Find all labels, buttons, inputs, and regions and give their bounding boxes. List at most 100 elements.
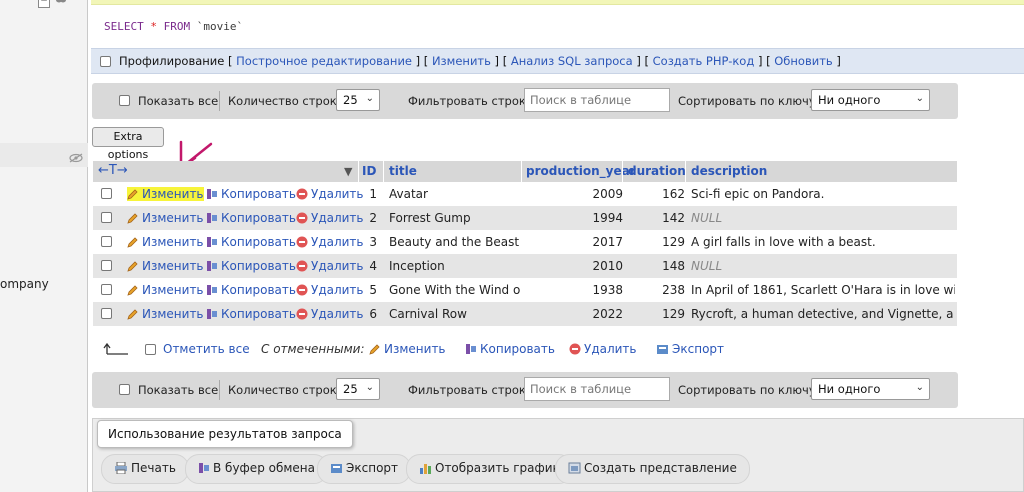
edit-label: Изменить bbox=[142, 259, 204, 273]
table-row[interactable]: Изменить Копировать Удалить 6 Carnival R… bbox=[93, 302, 957, 326]
copy-button[interactable]: Копировать bbox=[206, 235, 296, 249]
row-checkbox[interactable] bbox=[101, 212, 112, 223]
pencil-icon bbox=[127, 189, 138, 200]
check-all-link[interactable]: Отметить все bbox=[163, 342, 250, 356]
table-row[interactable]: Изменить Копировать Удалить 5 Gone With … bbox=[93, 278, 957, 302]
copy-button[interactable]: Копировать bbox=[206, 187, 296, 201]
copy-button[interactable]: Копировать bbox=[206, 211, 296, 225]
row-checkbox[interactable] bbox=[101, 236, 112, 247]
row-checkbox[interactable] bbox=[101, 308, 112, 319]
column-description[interactable]: description bbox=[691, 164, 767, 178]
display-chart-button[interactable]: Отобразить график bbox=[406, 454, 573, 484]
table-row[interactable]: Изменить Копировать Удалить 4 Inception … bbox=[93, 254, 957, 278]
delete-button[interactable]: Удалить bbox=[296, 259, 364, 273]
sort-dropdown-icon[interactable]: ▼ bbox=[344, 165, 352, 178]
rows-count-select[interactable]: 25 ⌄ bbox=[336, 378, 380, 400]
cell-production-year: 2017 bbox=[592, 235, 623, 249]
profiling-checkbox[interactable] bbox=[100, 56, 111, 67]
filter-rows-input[interactable]: Поиск в таблице bbox=[524, 88, 670, 112]
chevron-down-icon: ⌄ bbox=[915, 382, 924, 393]
export-button[interactable]: Экспорт bbox=[317, 454, 412, 484]
explain-sql-link[interactable]: Анализ SQL запроса bbox=[511, 54, 633, 68]
edit-button[interactable]: Изменить bbox=[127, 187, 204, 201]
nav-db-group[interactable]: − bbox=[0, 0, 88, 24]
column-production-year[interactable]: production_year bbox=[526, 164, 636, 178]
check-all-checkbox[interactable] bbox=[145, 344, 156, 355]
copy-label: Копировать bbox=[221, 307, 296, 321]
pencil-icon bbox=[127, 309, 138, 320]
create-php-link[interactable]: Создать PHP-код bbox=[653, 54, 755, 68]
cell-title: Gone With the Wind osa1 bbox=[389, 283, 521, 297]
delete-label: Удалить bbox=[311, 259, 364, 273]
sql-star: * bbox=[150, 20, 157, 33]
edit-button[interactable]: Изменить bbox=[127, 283, 204, 297]
copy-button[interactable]: Копировать bbox=[206, 283, 296, 297]
navigation-panel: − ompany bbox=[0, 0, 88, 492]
refresh-link[interactable]: Обновить bbox=[774, 54, 832, 68]
eye-icon[interactable] bbox=[69, 153, 83, 163]
inline-edit-link[interactable]: Построчное редактирование bbox=[236, 54, 412, 68]
filter-rows-input[interactable]: Поиск в таблице bbox=[524, 377, 670, 401]
copy-to-clipboard-button[interactable]: В буфер обмена bbox=[185, 454, 328, 484]
edit-button[interactable]: Изменить bbox=[127, 259, 204, 273]
show-all-checkbox[interactable] bbox=[119, 95, 130, 106]
bulk-export-button[interactable]: Экспорт bbox=[656, 342, 724, 356]
edit-button[interactable]: Изменить bbox=[127, 307, 204, 321]
copy-icon bbox=[207, 285, 217, 295]
copy-label: Копировать bbox=[221, 235, 296, 249]
chart-icon bbox=[420, 464, 431, 474]
edit-query-link[interactable]: Изменить bbox=[432, 54, 491, 68]
rows-count-select[interactable]: 25 ⌄ bbox=[336, 89, 380, 111]
delete-icon bbox=[296, 308, 308, 320]
row-checkbox[interactable] bbox=[101, 188, 112, 199]
row-checkbox[interactable] bbox=[101, 260, 112, 271]
edit-button[interactable]: Изменить bbox=[127, 235, 204, 249]
sql-from: FROM bbox=[163, 20, 191, 33]
column-arrows[interactable]: ←T→ bbox=[98, 163, 128, 178]
bulk-copy-button[interactable]: Копировать bbox=[465, 342, 555, 356]
cell-title: Carnival Row bbox=[389, 307, 467, 321]
delete-label: Удалить bbox=[311, 235, 364, 249]
row-checkbox[interactable] bbox=[101, 284, 112, 295]
copy-button[interactable]: Копировать bbox=[206, 259, 296, 273]
printer-icon bbox=[115, 462, 127, 474]
column-title[interactable]: title bbox=[389, 164, 417, 178]
delete-button[interactable]: Удалить bbox=[296, 235, 364, 249]
show-all-checkbox[interactable] bbox=[119, 384, 130, 395]
cell-production-year: 2010 bbox=[592, 259, 623, 273]
column-id[interactable]: ID bbox=[362, 164, 376, 178]
cell-id: 1 bbox=[369, 187, 377, 201]
profiling-label: Профилирование bbox=[119, 54, 225, 68]
main-content: SELECT * FROM `movie` Профилирование [ П… bbox=[91, 0, 1024, 492]
delete-icon bbox=[296, 260, 308, 272]
table-row[interactable]: Изменить Копировать Удалить 3 Beauty and… bbox=[93, 230, 957, 254]
bulk-delete-label: Удалить bbox=[584, 342, 637, 356]
nav-item-company[interactable]: ompany bbox=[0, 277, 49, 291]
bulk-delete-button[interactable]: Удалить bbox=[569, 342, 637, 356]
sort-key-select[interactable]: Ни одного ⌄ bbox=[811, 378, 930, 400]
copy-button[interactable]: Копировать bbox=[206, 307, 296, 321]
show-all-label[interactable]: Показать все bbox=[138, 383, 218, 397]
delete-icon bbox=[296, 188, 308, 200]
edit-button[interactable]: Изменить bbox=[127, 211, 204, 225]
table-navigation-top: Показать все Количество строк: 25 ⌄ Филь… bbox=[92, 83, 958, 119]
collapse-icon[interactable]: − bbox=[38, 0, 50, 8]
table-row[interactable]: Изменить Копировать Удалить 2 Forrest Gu… bbox=[93, 206, 957, 230]
chevron-down-icon: ⌄ bbox=[915, 93, 924, 104]
edit-label: Изменить bbox=[142, 235, 204, 249]
column-duration[interactable]: duration bbox=[628, 164, 686, 178]
sort-key-select[interactable]: Ни одного ⌄ bbox=[811, 89, 930, 111]
delete-button[interactable]: Удалить bbox=[296, 187, 364, 201]
create-view-button[interactable]: Создать представление bbox=[555, 454, 750, 484]
copy-icon bbox=[207, 309, 217, 319]
cell-title: Inception bbox=[389, 259, 445, 273]
show-all-label[interactable]: Показать все bbox=[138, 94, 218, 108]
delete-button[interactable]: Удалить bbox=[296, 211, 364, 225]
cell-title: Forrest Gump bbox=[389, 211, 471, 225]
delete-button[interactable]: Удалить bbox=[296, 283, 364, 297]
bulk-edit-button[interactable]: Изменить bbox=[369, 342, 446, 356]
extra-options-button[interactable]: Extra options bbox=[92, 127, 164, 161]
delete-button[interactable]: Удалить bbox=[296, 307, 364, 321]
print-button[interactable]: Печать bbox=[101, 454, 189, 484]
table-row[interactable]: Изменить Копировать Удалить 1 Avatar 200… bbox=[93, 182, 957, 206]
